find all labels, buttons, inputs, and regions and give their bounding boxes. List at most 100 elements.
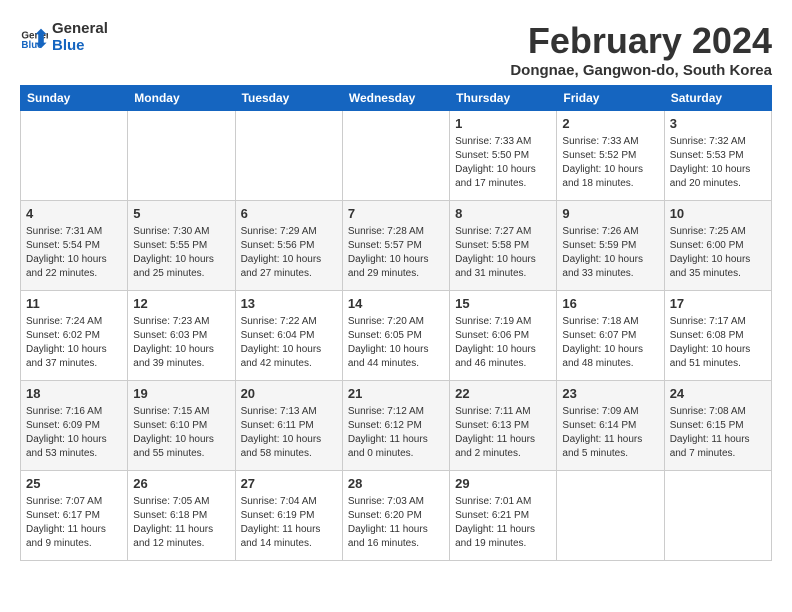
calendar-cell: 21 Sunrise: 7:12 AM Sunset: 6:12 PM Dayli… bbox=[342, 381, 449, 471]
day-detail: Sunrise: 7:01 AM Sunset: 6:21 PM Dayligh… bbox=[455, 495, 551, 551]
day-detail: Sunrise: 7:25 AM Sunset: 6:00 PM Dayligh… bbox=[670, 225, 766, 281]
day-number: 5 bbox=[133, 205, 229, 223]
calendar-week-4: 18 Sunrise: 7:16 AM Sunset: 6:09 PM Dayli… bbox=[21, 381, 772, 471]
day-number: 20 bbox=[241, 385, 337, 403]
calendar-cell: 13 Sunrise: 7:22 AM Sunset: 6:04 PM Dayli… bbox=[235, 291, 342, 381]
day-number: 18 bbox=[26, 385, 122, 403]
day-detail: Sunrise: 7:04 AM Sunset: 6:19 PM Dayligh… bbox=[241, 495, 337, 551]
day-number: 6 bbox=[241, 205, 337, 223]
calendar-cell: 2 Sunrise: 7:33 AM Sunset: 5:52 PM Daylig… bbox=[557, 111, 664, 201]
calendar-cell: 9 Sunrise: 7:26 AM Sunset: 5:59 PM Daylig… bbox=[557, 201, 664, 291]
day-detail: Sunrise: 7:33 AM Sunset: 5:50 PM Dayligh… bbox=[455, 135, 551, 191]
day-number: 24 bbox=[670, 385, 766, 403]
day-number: 8 bbox=[455, 205, 551, 223]
calendar-cell: 10 Sunrise: 7:25 AM Sunset: 6:00 PM Dayli… bbox=[664, 201, 771, 291]
day-number: 21 bbox=[348, 385, 444, 403]
calendar-cell: 23 Sunrise: 7:09 AM Sunset: 6:14 PM Dayli… bbox=[557, 381, 664, 471]
calendar-cell: 6 Sunrise: 7:29 AM Sunset: 5:56 PM Daylig… bbox=[235, 201, 342, 291]
day-header-monday: Monday bbox=[128, 86, 235, 111]
day-number: 11 bbox=[26, 295, 122, 313]
day-detail: Sunrise: 7:12 AM Sunset: 6:12 PM Dayligh… bbox=[348, 405, 444, 461]
calendar-body: 1Sunrise: 7:33 AM Sunset: 5:50 PM Daylig… bbox=[21, 111, 772, 561]
calendar-week-5: 25 Sunrise: 7:07 AM Sunset: 6:17 PM Dayli… bbox=[21, 471, 772, 561]
day-number: 13 bbox=[241, 295, 337, 313]
calendar-cell: 20 Sunrise: 7:13 AM Sunset: 6:11 PM Dayli… bbox=[235, 381, 342, 471]
day-detail: Sunrise: 7:17 AM Sunset: 6:08 PM Dayligh… bbox=[670, 315, 766, 371]
calendar-cell: 19 Sunrise: 7:15 AM Sunset: 6:10 PM Dayli… bbox=[128, 381, 235, 471]
day-number: 23 bbox=[562, 385, 658, 403]
calendar-header-row: SundayMondayTuesdayWednesdayThursdayFrid… bbox=[21, 86, 772, 111]
day-number: 15 bbox=[455, 295, 551, 313]
calendar-cell: 28 Sunrise: 7:03 AM Sunset: 6:20 PM Dayli… bbox=[342, 471, 449, 561]
day-number: 17 bbox=[670, 295, 766, 313]
calendar-cell: 16 Sunrise: 7:18 AM Sunset: 6:07 PM Dayli… bbox=[557, 291, 664, 381]
day-header-saturday: Saturday bbox=[664, 86, 771, 111]
month-year-title: February 2024 bbox=[510, 20, 772, 62]
day-detail: Sunrise: 7:24 AM Sunset: 6:02 PM Dayligh… bbox=[26, 315, 122, 371]
calendar-cell: 17 Sunrise: 7:17 AM Sunset: 6:08 PM Dayli… bbox=[664, 291, 771, 381]
day-detail: Sunrise: 7:27 AM Sunset: 5:58 PM Dayligh… bbox=[455, 225, 551, 281]
calendar-cell: 15Sunrise: 7:19 AM Sunset: 6:06 PM Dayli… bbox=[450, 291, 557, 381]
logo: General Blue General Blue bbox=[20, 20, 108, 54]
day-header-wednesday: Wednesday bbox=[342, 86, 449, 111]
calendar-cell: 22Sunrise: 7:11 AM Sunset: 6:13 PM Dayli… bbox=[450, 381, 557, 471]
day-detail: Sunrise: 7:16 AM Sunset: 6:09 PM Dayligh… bbox=[26, 405, 122, 461]
day-detail: Sunrise: 7:03 AM Sunset: 6:20 PM Dayligh… bbox=[348, 495, 444, 551]
calendar-cell: 25 Sunrise: 7:07 AM Sunset: 6:17 PM Dayli… bbox=[21, 471, 128, 561]
day-number: 3 bbox=[670, 115, 766, 133]
calendar-cell bbox=[128, 111, 235, 201]
day-number: 7 bbox=[348, 205, 444, 223]
day-detail: Sunrise: 7:29 AM Sunset: 5:56 PM Dayligh… bbox=[241, 225, 337, 281]
title-block: February 2024 Dongnae, Gangwon-do, South… bbox=[510, 20, 772, 79]
day-detail: Sunrise: 7:26 AM Sunset: 5:59 PM Dayligh… bbox=[562, 225, 658, 281]
location-subtitle: Dongnae, Gangwon-do, South Korea bbox=[510, 62, 772, 79]
day-number: 16 bbox=[562, 295, 658, 313]
day-detail: Sunrise: 7:28 AM Sunset: 5:57 PM Dayligh… bbox=[348, 225, 444, 281]
logo-blue: Blue bbox=[52, 37, 108, 54]
calendar-cell: 12 Sunrise: 7:23 AM Sunset: 6:03 PM Dayli… bbox=[128, 291, 235, 381]
calendar-week-1: 1Sunrise: 7:33 AM Sunset: 5:50 PM Daylig… bbox=[21, 111, 772, 201]
day-detail: Sunrise: 7:18 AM Sunset: 6:07 PM Dayligh… bbox=[562, 315, 658, 371]
day-number: 2 bbox=[562, 115, 658, 133]
day-header-sunday: Sunday bbox=[21, 86, 128, 111]
day-detail: Sunrise: 7:32 AM Sunset: 5:53 PM Dayligh… bbox=[670, 135, 766, 191]
calendar-cell bbox=[557, 471, 664, 561]
day-header-friday: Friday bbox=[557, 86, 664, 111]
calendar-cell: 11 Sunrise: 7:24 AM Sunset: 6:02 PM Dayli… bbox=[21, 291, 128, 381]
day-number: 22 bbox=[455, 385, 551, 403]
calendar-cell: 7 Sunrise: 7:28 AM Sunset: 5:57 PM Daylig… bbox=[342, 201, 449, 291]
day-header-thursday: Thursday bbox=[450, 86, 557, 111]
calendar-cell bbox=[21, 111, 128, 201]
day-detail: Sunrise: 7:33 AM Sunset: 5:52 PM Dayligh… bbox=[562, 135, 658, 191]
day-detail: Sunrise: 7:05 AM Sunset: 6:18 PM Dayligh… bbox=[133, 495, 229, 551]
calendar-cell: 8 Sunrise: 7:27 AM Sunset: 5:58 PM Daylig… bbox=[450, 201, 557, 291]
page-header: General Blue General Blue February 2024 … bbox=[20, 20, 772, 79]
calendar-table: SundayMondayTuesdayWednesdayThursdayFrid… bbox=[20, 85, 772, 561]
day-number: 28 bbox=[348, 475, 444, 493]
calendar-cell bbox=[342, 111, 449, 201]
day-number: 27 bbox=[241, 475, 337, 493]
day-detail: Sunrise: 7:08 AM Sunset: 6:15 PM Dayligh… bbox=[670, 405, 766, 461]
calendar-cell: 14Sunrise: 7:20 AM Sunset: 6:05 PM Dayli… bbox=[342, 291, 449, 381]
calendar-cell bbox=[235, 111, 342, 201]
calendar-cell: 29 Sunrise: 7:01 AM Sunset: 6:21 PM Dayli… bbox=[450, 471, 557, 561]
calendar-cell: 1Sunrise: 7:33 AM Sunset: 5:50 PM Daylig… bbox=[450, 111, 557, 201]
day-number: 25 bbox=[26, 475, 122, 493]
day-number: 9 bbox=[562, 205, 658, 223]
day-number: 10 bbox=[670, 205, 766, 223]
day-detail: Sunrise: 7:22 AM Sunset: 6:04 PM Dayligh… bbox=[241, 315, 337, 371]
calendar-cell: 3 Sunrise: 7:32 AM Sunset: 5:53 PM Daylig… bbox=[664, 111, 771, 201]
day-detail: Sunrise: 7:15 AM Sunset: 6:10 PM Dayligh… bbox=[133, 405, 229, 461]
day-detail: Sunrise: 7:30 AM Sunset: 5:55 PM Dayligh… bbox=[133, 225, 229, 281]
day-number: 19 bbox=[133, 385, 229, 403]
day-number: 14 bbox=[348, 295, 444, 313]
day-number: 12 bbox=[133, 295, 229, 313]
day-detail: Sunrise: 7:23 AM Sunset: 6:03 PM Dayligh… bbox=[133, 315, 229, 371]
calendar-week-3: 11 Sunrise: 7:24 AM Sunset: 6:02 PM Dayli… bbox=[21, 291, 772, 381]
calendar-cell bbox=[664, 471, 771, 561]
day-number: 29 bbox=[455, 475, 551, 493]
day-detail: Sunrise: 7:07 AM Sunset: 6:17 PM Dayligh… bbox=[26, 495, 122, 551]
day-detail: Sunrise: 7:09 AM Sunset: 6:14 PM Dayligh… bbox=[562, 405, 658, 461]
calendar-cell: 18 Sunrise: 7:16 AM Sunset: 6:09 PM Dayli… bbox=[21, 381, 128, 471]
day-detail: Sunrise: 7:13 AM Sunset: 6:11 PM Dayligh… bbox=[241, 405, 337, 461]
